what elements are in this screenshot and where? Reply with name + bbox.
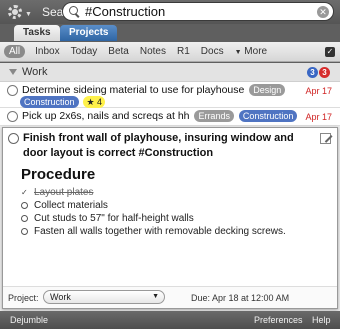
due-field[interactable]: Due: Apr 18 at 12:00 AM bbox=[191, 293, 289, 303]
group-header-work[interactable]: Work 3 3 bbox=[0, 63, 340, 82]
top-bar: ▼ Search ✕ bbox=[0, 0, 340, 24]
expanded-task: Finish front wall of playhouse, insuring… bbox=[2, 127, 338, 309]
task-notes[interactable]: Procedure ✓ Layout plates Collect materia… bbox=[21, 166, 321, 238]
procedure-step[interactable]: Fasten all walls together with removable… bbox=[21, 225, 321, 238]
search-icon bbox=[68, 5, 82, 19]
tag-design[interactable]: Design bbox=[249, 84, 286, 96]
project-select[interactable]: Work ▼ bbox=[43, 290, 165, 304]
tab-projects[interactable]: Projects bbox=[60, 25, 118, 41]
chevron-down-icon: ▼ bbox=[234, 49, 242, 56]
notes-heading: Procedure bbox=[21, 166, 96, 183]
step-text: Cut studs to 57" for half-height walls bbox=[34, 213, 194, 224]
bullet-icon bbox=[21, 228, 28, 235]
expanded-task-title[interactable]: Finish front wall of playhouse, insuring… bbox=[23, 131, 313, 161]
filter-notes[interactable]: Notes bbox=[140, 46, 166, 57]
gear-dropdown-caret-icon[interactable]: ▼ bbox=[25, 11, 32, 18]
task-list: Work 3 3 Determine sideing material to u… bbox=[0, 63, 340, 311]
due-date: Apr 17 bbox=[305, 112, 332, 122]
star-priority[interactable]: ★ 4 bbox=[83, 96, 106, 108]
task-row[interactable]: Determine sideing material to use for pl… bbox=[0, 82, 340, 108]
filter-inbox[interactable]: Inbox bbox=[35, 46, 59, 57]
group-name: Work bbox=[22, 66, 48, 78]
clear-search-icon[interactable]: ✕ bbox=[317, 6, 329, 18]
complete-checkbox[interactable] bbox=[7, 85, 18, 96]
filter-bar: All Inbox Today Beta Notes R1 Docs ▼ Mor… bbox=[0, 42, 340, 62]
task-row[interactable]: Pick up 2x6s, nails and screqs at hh Err… bbox=[0, 108, 340, 126]
preferences-button[interactable]: Preferences bbox=[254, 315, 303, 325]
procedure-step[interactable]: Cut studs to 57" for half-height walls bbox=[21, 212, 321, 225]
step-text: Fasten all walls together with removable… bbox=[34, 226, 286, 237]
dejumble-button[interactable]: Dejumble bbox=[10, 315, 48, 325]
task-title-line: Pick up 2x6s, nails and screqs at hh Err… bbox=[22, 110, 298, 122]
tag-construction[interactable]: Construction bbox=[20, 96, 79, 108]
tag-errands[interactable]: Errands bbox=[194, 110, 234, 122]
filter-beta[interactable]: Beta bbox=[108, 46, 129, 57]
step-text: Layout plates bbox=[34, 187, 94, 198]
count-badge-blue: 3 bbox=[307, 67, 318, 78]
procedure-step[interactable]: ✓ Layout plates bbox=[21, 186, 321, 199]
search-input[interactable] bbox=[85, 4, 315, 19]
tab-tasks[interactable]: Tasks bbox=[14, 25, 60, 41]
help-button[interactable]: Help bbox=[312, 315, 331, 325]
task-title-line: Determine sideing material to use for pl… bbox=[22, 84, 286, 96]
filter-more-label: More bbox=[244, 46, 268, 57]
procedure-step[interactable]: Collect materials bbox=[21, 199, 321, 212]
filter-today[interactable]: Today bbox=[71, 46, 98, 57]
tag-construction[interactable]: Construction bbox=[238, 110, 298, 122]
task-properties: Project: Work ▼ Due: Apr 18 at 12:00 AM bbox=[3, 286, 337, 308]
search-box[interactable]: ✕ bbox=[62, 2, 334, 21]
gear-icon[interactable] bbox=[6, 3, 24, 21]
filter-all[interactable]: All bbox=[4, 45, 26, 58]
disclosure-triangle-icon[interactable] bbox=[9, 69, 17, 75]
bullet-icon bbox=[21, 215, 28, 222]
bottom-bar: Dejumble Preferences Help bbox=[0, 311, 340, 329]
project-select-value: Work bbox=[50, 292, 71, 302]
edit-icon[interactable] bbox=[320, 133, 331, 144]
project-label: Project: bbox=[8, 293, 39, 303]
step-text: Collect materials bbox=[34, 200, 108, 211]
tabs-row: Tasks Projects bbox=[0, 24, 340, 42]
filter-more[interactable]: ▼ More bbox=[235, 46, 268, 57]
due-date: Apr 17 bbox=[305, 86, 332, 96]
complete-checkbox[interactable] bbox=[7, 111, 18, 122]
task-title: Determine sideing material to use for pl… bbox=[22, 84, 245, 96]
task-tags-line: Construction ★ 4 bbox=[20, 96, 106, 108]
chevron-down-icon: ▼ bbox=[152, 293, 159, 300]
filter-r1[interactable]: R1 bbox=[177, 46, 190, 57]
count-badge-red: 3 bbox=[319, 67, 330, 78]
task-title: Pick up 2x6s, nails and screqs at hh bbox=[22, 110, 190, 122]
checked-bullet-icon: ✓ bbox=[21, 188, 28, 197]
bullet-icon bbox=[21, 202, 28, 209]
complete-checkbox[interactable] bbox=[8, 133, 19, 144]
filter-docs[interactable]: Docs bbox=[201, 46, 224, 57]
checkbox-icon[interactable]: ✓ bbox=[325, 47, 335, 57]
